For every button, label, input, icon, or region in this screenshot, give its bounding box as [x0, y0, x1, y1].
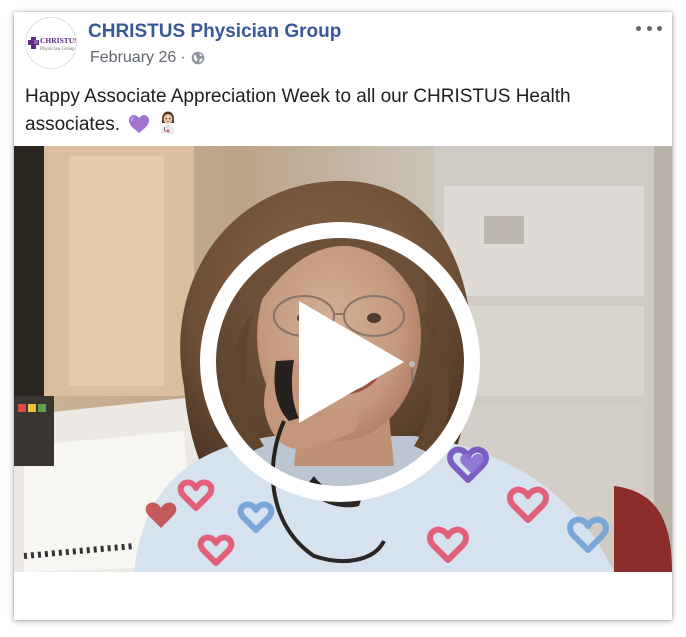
post-meta: February 26 ·: [90, 49, 205, 67]
video-thumbnail: [14, 146, 672, 572]
meta-separator: ·: [180, 49, 186, 66]
post-footer: [14, 572, 672, 620]
page-name-link[interactable]: CHRISTUS Physician Group: [88, 21, 341, 43]
logo-line2: Physician Group: [40, 46, 75, 52]
video-player[interactable]: [14, 146, 672, 572]
post-text-block: Happy Associate Appreciation Week to all…: [25, 84, 655, 142]
post-text: Happy Associate Appreciation Week to all…: [25, 86, 571, 135]
purple-heart-emoji: [128, 114, 150, 142]
post-header: CHRISTUS Physician Group CHRISTUS Physic…: [14, 12, 672, 74]
avatar[interactable]: CHRISTUS Physician Group: [25, 17, 77, 69]
logo-line1: CHRISTUS: [40, 36, 76, 45]
play-icon[interactable]: [200, 222, 480, 502]
globe-icon[interactable]: [191, 51, 205, 65]
woman-health-worker-emoji: [159, 110, 177, 142]
more-options-icon[interactable]: [636, 20, 662, 36]
christus-logo-icon: CHRISTUS Physician Group: [26, 18, 76, 68]
post-card: CHRISTUS Physician Group CHRISTUS Physic…: [14, 12, 672, 620]
post-date[interactable]: February 26: [90, 49, 176, 67]
